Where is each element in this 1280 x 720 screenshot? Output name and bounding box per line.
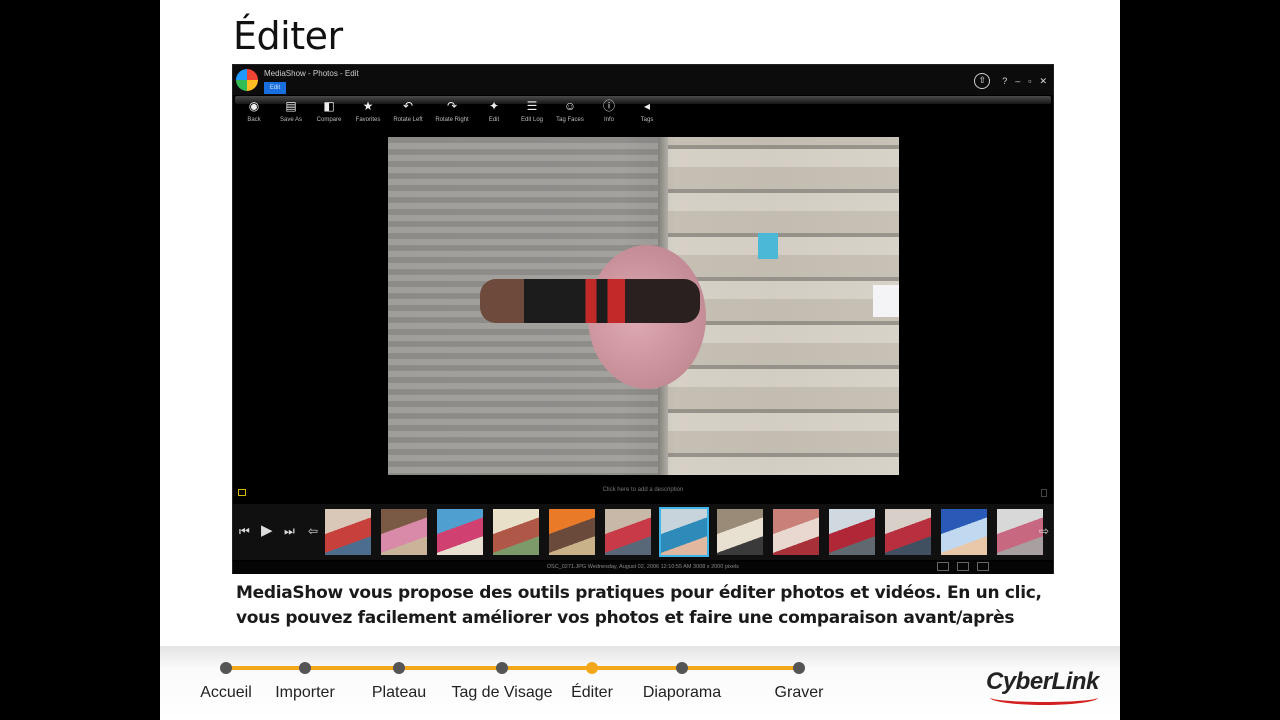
scroll-right-icon[interactable]: ⇨ [1039, 524, 1049, 538]
thumbnail[interactable] [717, 509, 763, 555]
play-icon[interactable]: ▶ [261, 521, 273, 539]
thumbnail[interactable] [773, 509, 819, 555]
trash-icon[interactable] [1041, 489, 1047, 497]
logo-swoosh [990, 690, 1098, 705]
close-button[interactable]: ✕ [1039, 76, 1047, 87]
rotate-right-icon: ↷ [446, 99, 458, 113]
thumbnail[interactable] [325, 509, 371, 555]
step-label[interactable]: Plateau [372, 684, 426, 702]
caption-line-2: vous pouvez facilement améliorer vos pho… [236, 608, 1015, 628]
step-label[interactable]: Éditer [571, 684, 613, 702]
step-label[interactable]: Accueil [200, 684, 252, 702]
main-photo[interactable] [388, 137, 899, 475]
step-dot[interactable] [793, 662, 805, 674]
rotate-left-icon: ↶ [402, 99, 414, 113]
compare-button[interactable]: ◧ Compare [307, 98, 351, 123]
thumbnail[interactable] [659, 507, 709, 557]
scroll-left-icon[interactable]: ⇦ [308, 524, 318, 538]
star-icon: ★ [362, 99, 374, 113]
filmstrip: ⏮ ▶ ⏭ ⇦ ⇨ [233, 504, 1053, 560]
step-dot[interactable] [299, 662, 311, 674]
zoom-fit-icon[interactable] [957, 562, 969, 571]
step-label[interactable]: Tag de Visage [451, 684, 552, 702]
mediashow-logo-icon [236, 69, 258, 91]
caption: MediaShow vous propose des outils pratiq… [236, 581, 1056, 631]
slide: Éditer MediaShow - Photos - Edit Edit ⇧ … [160, 0, 1120, 720]
mediashow-window: MediaShow - Photos - Edit Edit ⇧ ? – ▫ ✕… [232, 64, 1054, 574]
thumbnail[interactable] [493, 509, 539, 555]
description-field[interactable]: Click here to add a description [233, 487, 1053, 499]
status-text: DSC_0271.JPG Wednesday, August 02, 2006 … [547, 564, 739, 570]
view-mode-icon[interactable] [937, 562, 949, 571]
step-label[interactable]: Importer [275, 684, 335, 702]
skip-forward-icon[interactable]: ⏭ [284, 524, 295, 539]
thumbnail[interactable] [605, 509, 651, 555]
help-button[interactable]: ? [1002, 76, 1007, 86]
status-bar: DSC_0271.JPG Wednesday, August 02, 2006 … [233, 562, 1053, 574]
step-label[interactable]: Diaporama [643, 684, 721, 702]
tab-edit[interactable]: Edit [264, 82, 286, 94]
footer [160, 646, 1120, 720]
rotate-left-button[interactable]: ↶ Rotate Left [386, 98, 430, 123]
thumbnail[interactable] [997, 509, 1043, 555]
photo-viewer [233, 137, 1053, 487]
thumbnail[interactable] [829, 509, 875, 555]
thumbnail[interactable] [549, 509, 595, 555]
progress-line [226, 666, 799, 670]
step-dot[interactable] [496, 662, 508, 674]
step-dot[interactable] [676, 662, 688, 674]
tag-faces-icon: ☺ [563, 99, 577, 113]
step-dot[interactable] [586, 662, 598, 674]
thumbnail[interactable] [437, 509, 483, 555]
window-controls: ⇧ ? – ▫ ✕ [974, 73, 1047, 89]
minimize-button[interactable]: – [1015, 76, 1020, 86]
restore-button[interactable]: ▫ [1028, 76, 1031, 86]
favorites-button[interactable]: ★ Favorites [346, 98, 390, 123]
title-bar: MediaShow - Photos - Edit Edit ⇧ ? – ▫ ✕ [233, 65, 1053, 95]
upgrade-icon[interactable]: ⇧ [974, 73, 991, 89]
step-dot[interactable] [220, 662, 232, 674]
window-title: MediaShow - Photos - Edit [264, 69, 359, 78]
thumbnail[interactable] [941, 509, 987, 555]
step-dot[interactable] [393, 662, 405, 674]
skip-back-icon[interactable]: ⏮ [239, 524, 250, 539]
compare-icon: ◧ [323, 99, 335, 113]
fullscreen-icon[interactable] [977, 562, 989, 571]
slide-title: Éditer [233, 14, 343, 58]
tag-faces-button[interactable]: ☺ Tag Faces [548, 98, 592, 123]
tags-button[interactable]: ◂ Tags [625, 98, 669, 123]
step-label[interactable]: Graver [775, 684, 824, 702]
thumbnail[interactable] [381, 509, 427, 555]
thumbnail[interactable] [885, 509, 931, 555]
rotate-right-button[interactable]: ↷ Rotate Right [430, 98, 474, 123]
caption-line-1: MediaShow vous propose des outils pratiq… [236, 583, 1042, 603]
tag-icon: ◂ [643, 99, 651, 113]
person [480, 279, 700, 323]
